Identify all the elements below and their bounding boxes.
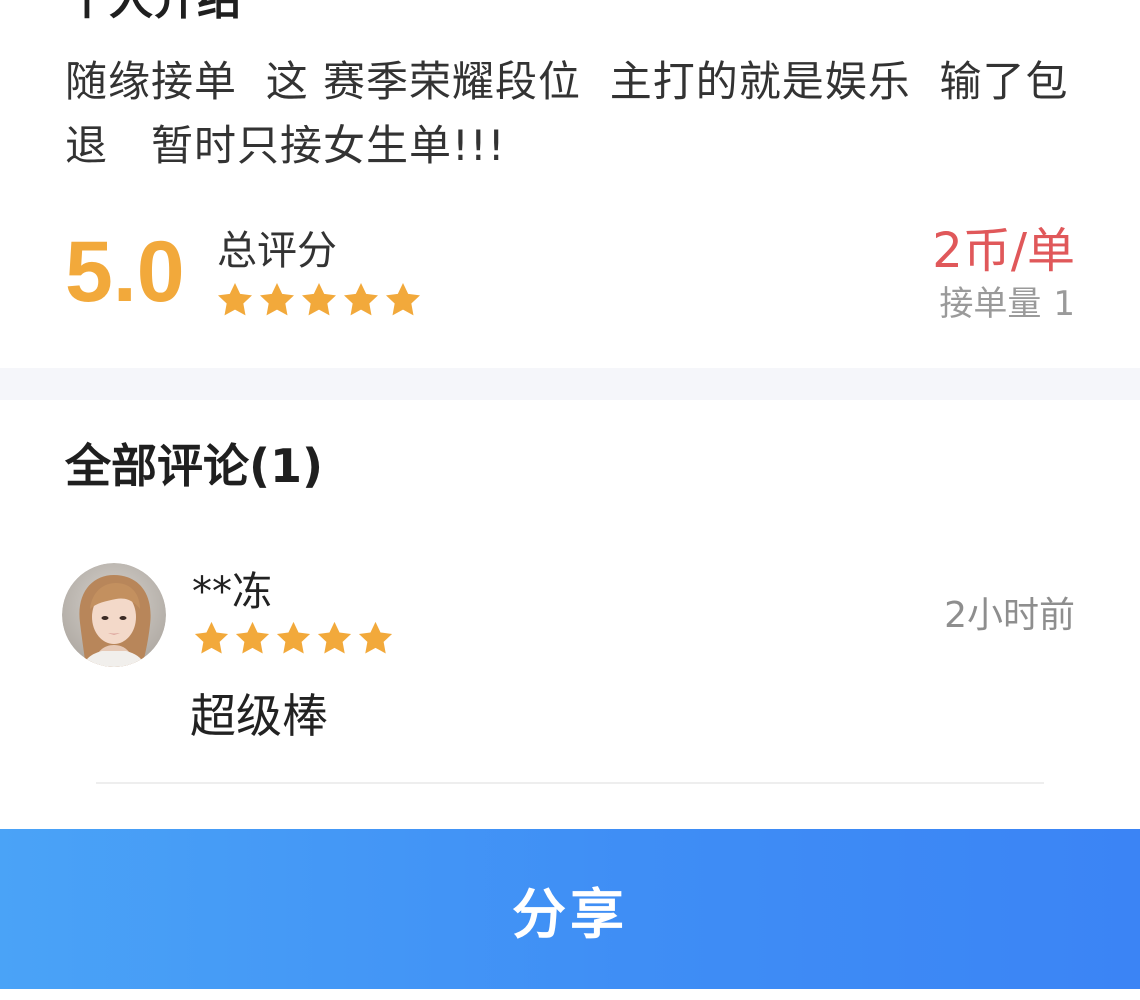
star-icon	[386, 283, 420, 316]
overall-score: 5.0	[65, 224, 185, 320]
star-icon	[218, 283, 252, 316]
comment-text: 超级棒	[190, 689, 328, 743]
share-button[interactable]: 分享	[0, 829, 1140, 989]
profile-detail-page: 个人介绍 随缘接单 这 赛季荣耀段位 主打的就是娱乐 输了包退 暂时只接女生单!…	[0, 0, 1140, 1000]
user-avatar-photo	[62, 563, 166, 667]
order-count-label: 接单量	[939, 284, 1042, 324]
comment-username: **冻	[192, 569, 272, 615]
price-per-order: 2币/单	[932, 223, 1075, 279]
avatar[interactable]	[62, 563, 166, 667]
star-icon	[344, 283, 378, 316]
star-icon	[235, 621, 270, 654]
comment-timestamp: 2小时前	[944, 595, 1075, 636]
share-button-label: 分享	[512, 884, 628, 945]
comments-title: 全部评论(1)	[65, 439, 324, 493]
star-icon	[276, 621, 311, 654]
star-icon	[317, 621, 352, 654]
comment-star-rating	[192, 619, 395, 658]
overall-star-rating	[215, 280, 423, 320]
star-icon	[260, 283, 294, 316]
star-icon	[358, 621, 393, 654]
comment-item: **冻 2小时前 超级棒	[62, 563, 1075, 763]
comment-divider	[96, 782, 1044, 784]
star-icon	[194, 621, 229, 654]
rating-summary: 5.0 总评分 2币/单 接单量 1	[65, 222, 1075, 332]
intro-text: 随缘接单 这 赛季荣耀段位 主打的就是娱乐 输了包退 暂时只接女生单!!!	[65, 57, 1069, 170]
star-icon	[302, 283, 336, 316]
section-heading-intro: 个人介绍	[65, 0, 241, 26]
section-divider	[0, 368, 1140, 400]
order-count-value: 1	[1053, 284, 1075, 324]
order-count: 接单量 1	[939, 282, 1075, 326]
bottom-safe-area	[0, 989, 1140, 1000]
overall-score-label: 总评分	[217, 228, 337, 274]
